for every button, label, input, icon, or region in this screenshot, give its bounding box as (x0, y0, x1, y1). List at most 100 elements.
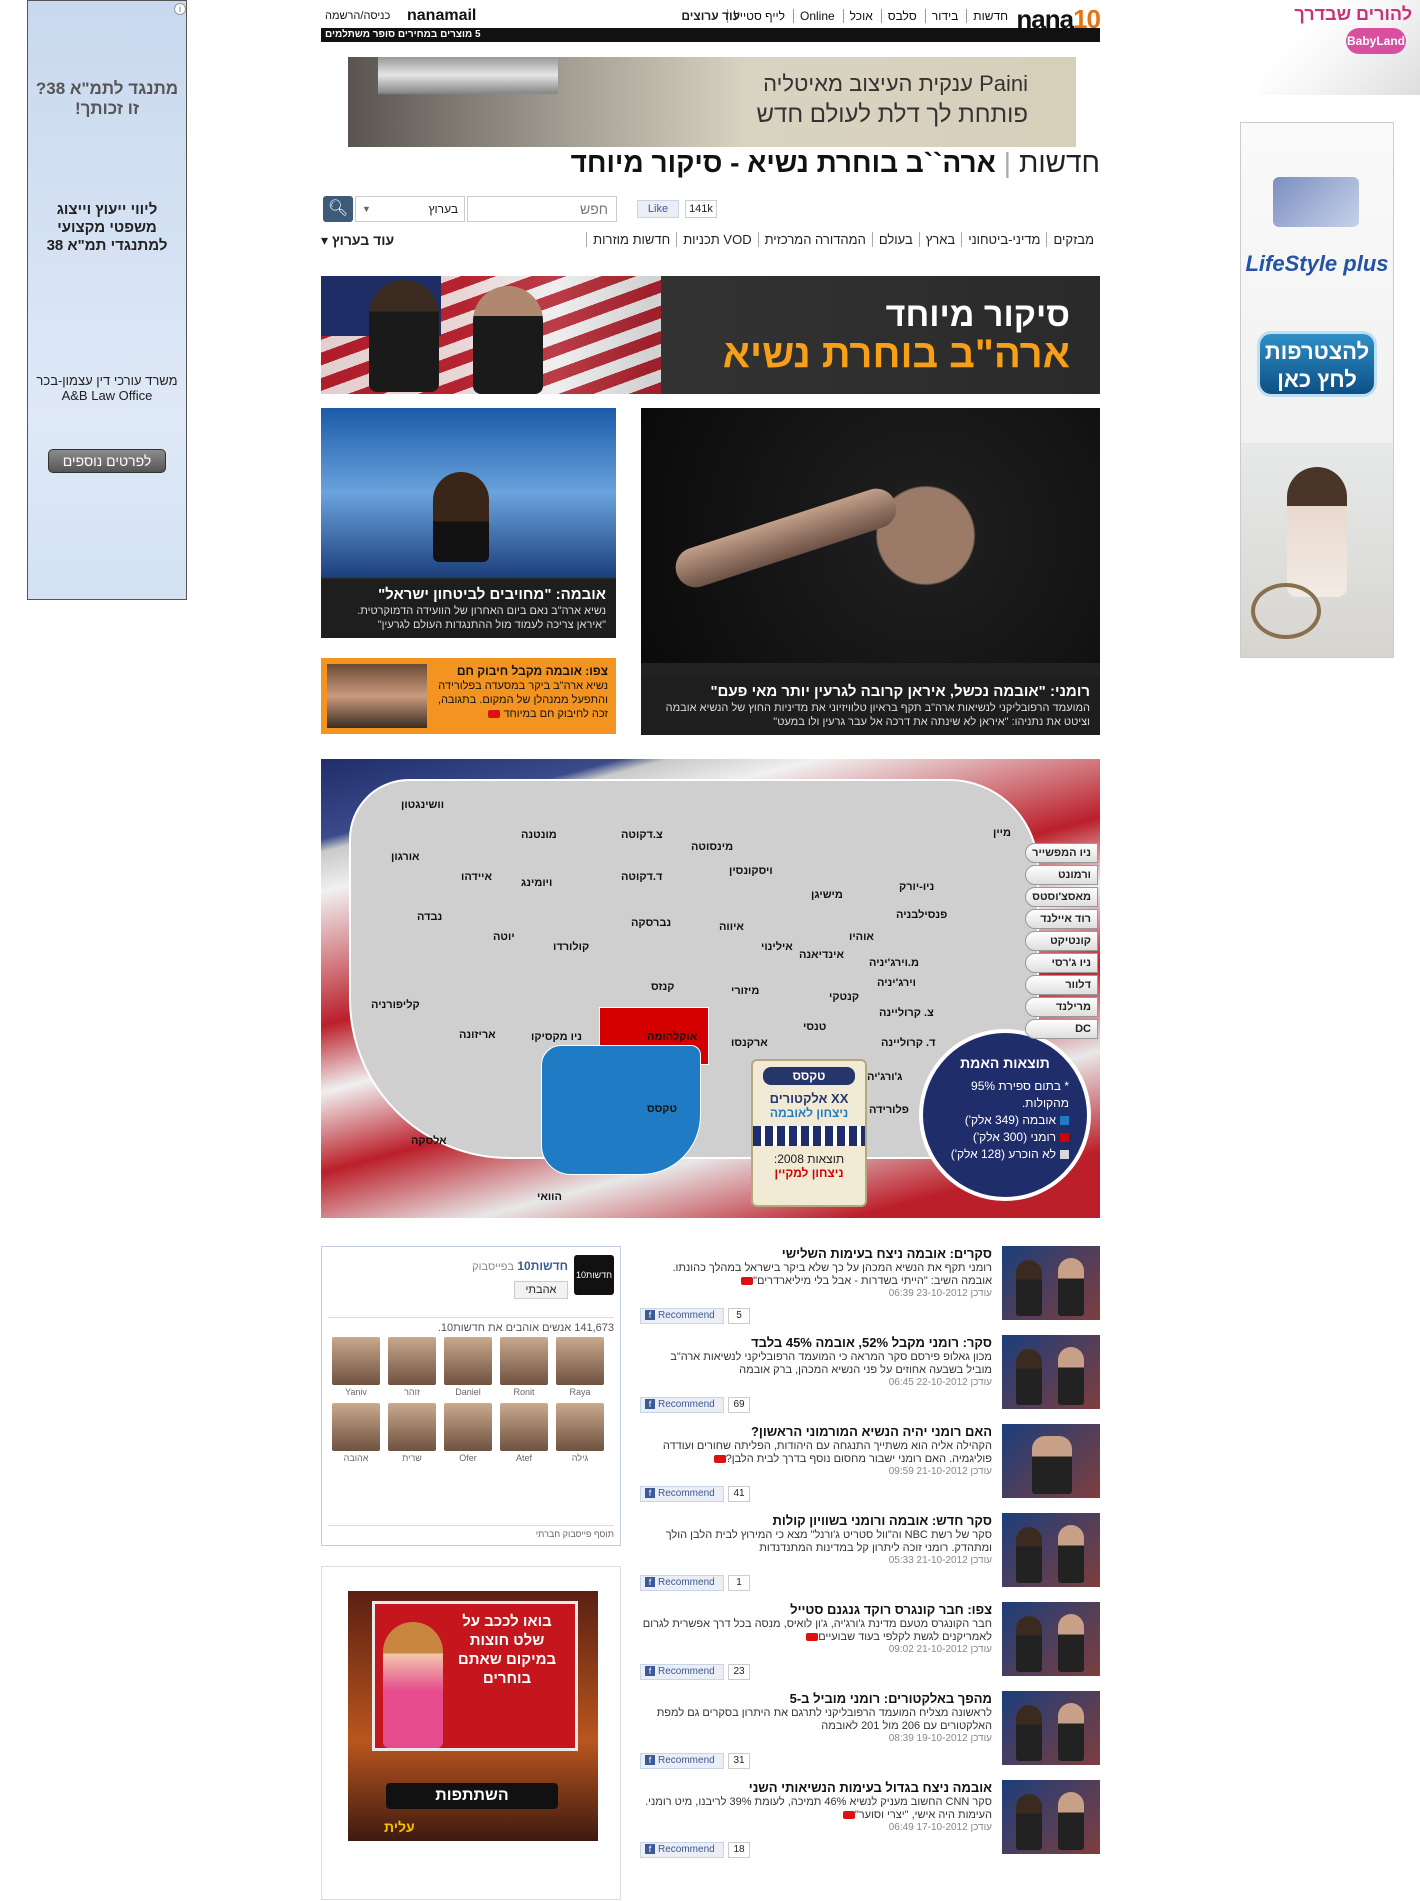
state-label[interactable]: איידהו (461, 871, 492, 883)
state-label[interactable]: נבדה (417, 911, 442, 923)
fb-plugin-label[interactable]: תוסף פייסבוק חברתי (328, 1525, 614, 1539)
fb-face[interactable]: Ronit (498, 1337, 550, 1397)
state-label[interactable]: קנטקי (829, 991, 859, 1003)
state-label[interactable]: ויומינג (521, 877, 552, 889)
news-headline[interactable]: סקר חדש: אובמה ורומני בשוויון קולות (642, 1513, 992, 1529)
state-label[interactable]: מישיגן (811, 889, 843, 901)
fb-face[interactable]: גילה (554, 1403, 606, 1463)
state-label[interactable]: פלורידה (869, 1104, 909, 1116)
state-label[interactable]: פנסילבניה (896, 909, 947, 921)
state-label[interactable]: ד.דקוטה (621, 871, 662, 883)
state-label[interactable]: יוטה (493, 931, 515, 943)
left-side-ad[interactable]: i מתנגד לתמ"א 38? זו זכותך! ליווי ייעוץ … (27, 0, 187, 600)
news-thumbnail[interactable] (1002, 1513, 1100, 1587)
state-label[interactable]: ארקנסו (731, 1037, 768, 1049)
fb-face[interactable]: Ofer (442, 1403, 494, 1463)
lifestyle-join-button[interactable]: להצטרפות לחץ כאן (1257, 331, 1377, 397)
fb-page-name[interactable]: חדשות10 בפייסבוק (472, 1259, 568, 1273)
state-label[interactable]: ניו-יורק (899, 881, 934, 893)
state-label[interactable]: אינדיאנה (799, 949, 844, 961)
subnav-item[interactable]: בעולם (871, 232, 919, 247)
state-label[interactable]: צ.דקוטה (621, 829, 663, 841)
recommend-button[interactable]: Recommend (640, 1308, 724, 1324)
news-thumbnail[interactable] (1002, 1691, 1100, 1765)
special-coverage-banner[interactable]: סיקור מיוחד ארה"ב בוחרת נשיא (321, 276, 1100, 394)
fb-face[interactable]: Daniel (442, 1337, 494, 1397)
state-label[interactable]: מינסוטה (691, 841, 733, 853)
state-label[interactable]: אורגון (391, 851, 420, 863)
top-nav-item[interactable]: Online (792, 9, 835, 23)
main-story-romney[interactable]: רומני: "אובמה נכשל, איראן קרובה לגרעין י… (641, 408, 1100, 735)
fb-face[interactable]: אהובה (330, 1403, 382, 1463)
fb-face[interactable]: זוהר (386, 1337, 438, 1397)
news-headline[interactable]: מהפך באלקטורים: רומני מוביל ב-5 (642, 1691, 992, 1707)
ad-info-icon[interactable]: i (174, 3, 186, 15)
state-label[interactable]: ויסקונסין (729, 865, 773, 877)
state-label[interactable]: מיין (993, 827, 1011, 839)
list-item[interactable]: סקר חדש: אובמה ורומני בשוויון קולות סקר … (640, 1513, 1100, 1591)
subnav-item[interactable]: מדיני-ביטחוני (961, 232, 1046, 247)
list-item[interactable]: צפו: חבר קונגרס רוקד גנגנם סטייל חבר הקו… (640, 1602, 1100, 1680)
electoral-map[interactable]: וושינגטון מונטנה צ.דקוטה מינסוטה אורגון איידה… (321, 759, 1100, 1218)
state-label[interactable]: קליפורניה (371, 999, 420, 1011)
search-input[interactable] (467, 196, 617, 222)
elite-ad-cta-button[interactable]: השתתפות (386, 1783, 558, 1809)
ne-state-tab[interactable]: ורמונט (1025, 865, 1098, 885)
news-headline[interactable]: האם רומני יהיה הנשיא המורמוני הראשון? (642, 1424, 992, 1440)
fb-face[interactable]: Raya (554, 1337, 606, 1397)
more-channels-dropdown[interactable]: עוד ערוצים (681, 9, 740, 23)
state-label[interactable]: ניו מקסיקו (531, 1031, 582, 1043)
ne-state-tab[interactable]: DC (1025, 1019, 1098, 1039)
side-story-obama[interactable]: אובמה: "מחויבים לביטחון ישראל" נשיא ארה"… (321, 408, 616, 638)
ne-state-tab[interactable]: מאסצ'וסטס (1025, 887, 1098, 907)
subnav-item[interactable]: חדשות מוזרות (586, 232, 676, 247)
state-label[interactable]: וושינגטון (401, 799, 444, 811)
subnav-item[interactable]: VOD תכניות (676, 232, 757, 247)
recommend-button[interactable]: Recommend (640, 1397, 724, 1413)
news-thumbnail[interactable] (1002, 1602, 1100, 1676)
state-label[interactable]: טקסס (647, 1103, 677, 1115)
state-label[interactable]: מונטנה (521, 829, 557, 841)
news-headline[interactable]: סקרים: אובמה ניצח בעימות השלישי (642, 1246, 992, 1262)
facebook-like-button[interactable]: Like (637, 200, 679, 218)
state-label[interactable]: ג'ורג'יה (867, 1071, 902, 1083)
state-label[interactable]: אוקלהומה (647, 1031, 697, 1043)
news-headline[interactable]: צפו: חבר קונגרס רוקד גנגנם סטייל (642, 1602, 992, 1618)
channel-name[interactable]: חדשות (1019, 147, 1100, 178)
news-thumbnail[interactable] (1002, 1424, 1100, 1498)
login-link[interactable]: כניסה/הרשמה (325, 10, 390, 22)
search-scope-select[interactable]: בערוץ ▼ (355, 196, 465, 222)
list-item[interactable]: סקרים: אובמה ניצח בעימות השלישי רומני תק… (640, 1246, 1100, 1324)
ne-state-tab[interactable]: ניו ג'רסי (1025, 953, 1098, 973)
recommend-button[interactable]: Recommend (640, 1753, 724, 1769)
recommend-button[interactable]: Recommend (640, 1842, 724, 1858)
story-headline[interactable]: אובמה: "מחויבים לביטחון ישראל" (331, 586, 606, 604)
promo-bar[interactable]: 5 מוצרים במחירים סופר משתלמים (321, 28, 1100, 42)
state-label[interactable]: קולורדו (553, 941, 589, 953)
ne-state-tab[interactable]: קונטיקט (1025, 931, 1098, 951)
subnav-item[interactable]: בארץ (918, 232, 961, 247)
list-item[interactable]: סקר: רומני מקבל 52%, אובמה 45% בלבד מכון… (640, 1335, 1100, 1413)
fb-face[interactable]: Atef (498, 1403, 550, 1463)
ne-state-tab[interactable]: ניו המפשייר (1025, 843, 1098, 863)
news-headline[interactable]: סקר: רומני מקבל 52%, אובמה 45% בלבד (642, 1335, 992, 1351)
ne-state-tab[interactable]: רוד איילנד (1025, 909, 1098, 929)
state-label[interactable]: מ.וירג'יניה (869, 957, 919, 969)
news-thumbnail[interactable] (1002, 1335, 1100, 1409)
paini-banner-ad[interactable]: Paini ענקית העיצוב מאיטליה פותחת לך דלת … (348, 57, 1076, 147)
state-label[interactable]: ד. קרוליינה (881, 1037, 935, 1049)
left-ad-more-button[interactable]: לפרטים נוספים (48, 449, 166, 473)
channel10-logo[interactable]: חדשות10 (574, 1255, 614, 1295)
fb-like-button[interactable]: אהבתי (514, 1281, 568, 1299)
video-thumbnail[interactable] (327, 664, 427, 728)
nanamail-link[interactable]: nanamail (407, 7, 476, 25)
state-label[interactable]: אריזונה (459, 1029, 496, 1041)
top-nav-item[interactable]: סלבס (880, 9, 917, 23)
subnav-item[interactable]: המהדורה המרכזית (757, 232, 872, 247)
recommend-button[interactable]: Recommend (640, 1664, 724, 1680)
news-thumbnail[interactable] (1002, 1246, 1100, 1320)
babyland-ad[interactable]: להורים שבדרך BabyLand (1258, 0, 1420, 95)
recommend-button[interactable]: Recommend (640, 1486, 724, 1502)
state-label[interactable]: צ. קרוליינה (879, 1007, 934, 1019)
news-thumbnail[interactable] (1002, 1780, 1100, 1854)
